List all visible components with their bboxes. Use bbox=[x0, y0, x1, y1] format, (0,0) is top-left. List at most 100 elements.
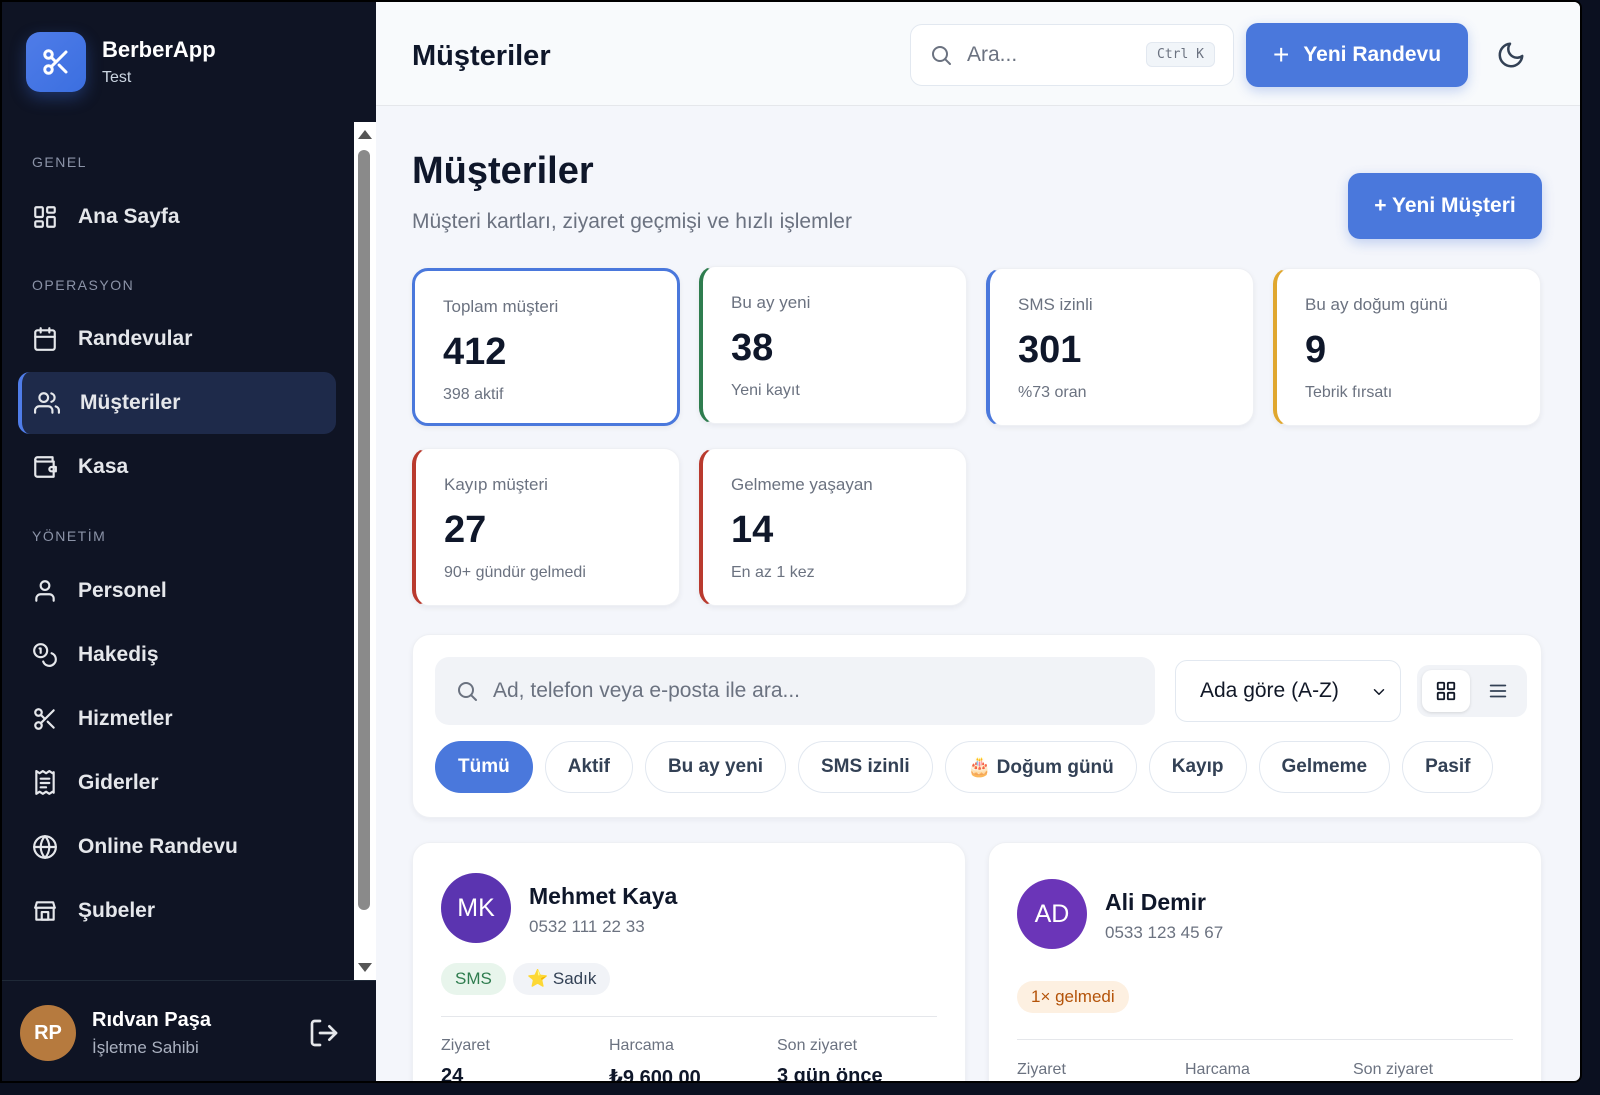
chip-aktif[interactable]: Aktif bbox=[544, 741, 633, 793]
customer-name: Mehmet Kaya bbox=[529, 883, 678, 909]
scrollbar-thumb[interactable] bbox=[358, 150, 370, 910]
topbar: Müşteriler Ara... Ctrl K + Yeni Randevu bbox=[376, 2, 1580, 106]
scroll-up-arrow-icon[interactable] bbox=[358, 130, 372, 139]
divider bbox=[441, 1016, 937, 1017]
metric-value: 3 gün önce bbox=[777, 1065, 883, 1083]
tag-loyal: ⭐ Sadık bbox=[513, 963, 611, 995]
logout-icon[interactable] bbox=[308, 1017, 340, 1049]
scroll-down-arrow-icon[interactable] bbox=[358, 963, 372, 972]
shortcut-badge: Ctrl K bbox=[1146, 42, 1215, 67]
sidebar-item-hakedis[interactable]: Hakediş bbox=[18, 624, 336, 686]
stat-card-no-show[interactable]: Gelmeme yaşayan 14 En az 1 kez bbox=[699, 448, 967, 606]
stat-sub: En az 1 kez bbox=[731, 564, 815, 581]
sidebar-item-personel[interactable]: Personel bbox=[18, 560, 336, 622]
sidebar-item-label: Ana Sayfa bbox=[78, 205, 180, 228]
sort-selected-value: Ada göre (A-Z) bbox=[1200, 679, 1339, 702]
avatar[interactable]: RP bbox=[20, 1005, 76, 1061]
calendar-icon bbox=[34, 327, 56, 351]
stat-card-total[interactable]: Toplam müşteri 412 398 aktif bbox=[412, 268, 680, 426]
plus-icon: + bbox=[1272, 39, 1290, 70]
chip-tumu[interactable]: Tümü bbox=[435, 741, 533, 793]
customer-card[interactable]: MK Mehmet Kaya 0532 111 22 33 SMS ⭐ Sadı… bbox=[412, 842, 966, 1083]
sidebar-item-label: Hizmetler bbox=[78, 707, 173, 730]
wallet-icon bbox=[34, 456, 57, 478]
store-icon bbox=[34, 901, 56, 921]
new-appointment-button[interactable]: + Yeni Randevu bbox=[1246, 23, 1468, 87]
brand-name: BerberApp bbox=[102, 37, 216, 62]
customer-card[interactable]: AD Ali Demir 0533 123 45 67 1× gelmedi Z… bbox=[988, 842, 1542, 1081]
new-customer-button[interactable]: + Yeni Müşteri bbox=[1348, 173, 1542, 239]
sidebar-item-subeler[interactable]: Şubeler bbox=[18, 880, 336, 942]
global-search-input[interactable]: Ara... Ctrl K bbox=[910, 24, 1234, 86]
sidebar-scrollbar[interactable] bbox=[354, 122, 376, 980]
section-label-operasyon: OPERASYON bbox=[32, 277, 135, 293]
chip-kayip[interactable]: Kayıp bbox=[1148, 741, 1247, 793]
sidebar-nav: GENEL Ana Sayfa OPERASYON Randevular Müş… bbox=[2, 122, 354, 980]
avatar: MK bbox=[441, 873, 511, 943]
customer-search-input[interactable]: Ad, telefon veya e-posta ile ara... bbox=[435, 657, 1155, 725]
filter-chips: Tümü Aktif Bu ay yeni SMS izinli 🎂 Doğum… bbox=[435, 741, 1494, 793]
sidebar-item-kasa[interactable]: Kasa bbox=[18, 436, 336, 498]
stat-value: 14 bbox=[731, 509, 774, 551]
user-icon bbox=[35, 580, 55, 602]
stat-value: 9 bbox=[1305, 329, 1327, 371]
stat-label: Gelmeme yaşayan bbox=[731, 475, 873, 494]
stat-value: 27 bbox=[444, 509, 487, 551]
stat-label: Kayıp müşteri bbox=[444, 475, 548, 494]
metric-label: Ziyaret bbox=[1017, 1061, 1066, 1078]
sidebar-item-label: Şubeler bbox=[78, 899, 156, 922]
user-role: İşletme Sahibi bbox=[92, 1037, 199, 1057]
stat-sub: Tebrik fırsatı bbox=[1305, 384, 1393, 401]
chevron-down-icon bbox=[1373, 689, 1385, 695]
sidebar-item-label: Online Randevu bbox=[78, 835, 238, 858]
search-placeholder: Ara... bbox=[967, 43, 1018, 66]
metric-value: 24 bbox=[441, 1065, 464, 1083]
grid-view-button[interactable] bbox=[1422, 670, 1470, 712]
filter-panel: Ad, telefon veya e-posta ile ara... Ada … bbox=[412, 634, 1542, 818]
view-toggle bbox=[1417, 665, 1527, 717]
stat-value: 301 bbox=[1018, 329, 1082, 371]
sidebar-item-hizmetler[interactable]: Hizmetler bbox=[18, 688, 336, 750]
page-subtitle: Müşteri kartları, ziyaret geçmişi ve hız… bbox=[412, 210, 852, 233]
sort-select[interactable]: Ada göre (A-Z) bbox=[1175, 660, 1401, 722]
sidebar-item-randevular[interactable]: Randevular bbox=[18, 308, 336, 370]
sidebar-item-giderler[interactable]: Giderler bbox=[18, 752, 336, 814]
chip-pasif[interactable]: Pasif bbox=[1402, 741, 1494, 793]
sidebar: BerberApp Test GENEL Ana Sayfa OPERASYON… bbox=[2, 2, 376, 1081]
new-appointment-label: Yeni Randevu bbox=[1303, 43, 1442, 66]
stat-label: Toplam müşteri bbox=[443, 297, 559, 316]
stat-card-sms[interactable]: SMS izinli 301 %73 oran bbox=[986, 268, 1254, 426]
users-icon bbox=[34, 392, 60, 414]
sidebar-item-musteriler[interactable]: Müşteriler bbox=[18, 372, 336, 434]
list-icon bbox=[1489, 684, 1507, 698]
customer-phone: 0532 111 22 33 bbox=[529, 917, 645, 936]
chip-bu-ay-yeni[interactable]: Bu ay yeni bbox=[644, 741, 786, 793]
user-name: Rıdvan Paşa bbox=[92, 1008, 211, 1031]
metric-value: ₺9.600,00 bbox=[609, 1067, 701, 1083]
customer-search-placeholder: Ad, telefon veya e-posta ile ara... bbox=[493, 679, 801, 702]
sidebar-item-label: Müşteriler bbox=[80, 391, 181, 414]
dashboard-icon bbox=[34, 206, 56, 228]
stat-card-lost[interactable]: Kayıp müşteri 27 90+ gündür gelmedi bbox=[412, 448, 680, 606]
search-icon bbox=[458, 682, 477, 701]
sidebar-item-ana-sayfa[interactable]: Ana Sayfa bbox=[18, 186, 336, 248]
moon-icon[interactable] bbox=[1496, 40, 1526, 70]
brand-subtitle: Test bbox=[102, 69, 132, 86]
chip-gelmeme[interactable]: Gelmeme bbox=[1258, 741, 1391, 793]
brand[interactable]: BerberApp Test bbox=[26, 32, 216, 92]
stat-card-birthday[interactable]: Bu ay doğum günü 9 Tebrik fırsatı bbox=[1273, 268, 1541, 426]
divider bbox=[1017, 1039, 1513, 1040]
stat-value: 38 bbox=[731, 327, 774, 369]
stat-sub: Yeni kayıt bbox=[731, 382, 800, 399]
customer-phone: 0533 123 45 67 bbox=[1105, 923, 1224, 942]
stat-card-new-this-month[interactable]: Bu ay yeni 38 Yeni kayıt bbox=[699, 266, 967, 424]
app-window: BerberApp Test GENEL Ana Sayfa OPERASYON… bbox=[0, 0, 1582, 1083]
list-view-button[interactable] bbox=[1474, 670, 1522, 712]
chip-dogum-gunu[interactable]: 🎂 Doğum günü bbox=[944, 741, 1137, 793]
stat-label: Bu ay doğum günü bbox=[1305, 295, 1448, 314]
stat-sub: 398 aktif bbox=[443, 386, 504, 403]
chip-sms-izinli[interactable]: SMS izinli bbox=[798, 741, 933, 793]
user-profile: RP Rıdvan Paşa İşletme Sahibi bbox=[2, 980, 376, 1081]
metric-label: Son ziyaret bbox=[1353, 1061, 1434, 1078]
sidebar-item-online-randevu[interactable]: Online Randevu bbox=[18, 816, 336, 878]
